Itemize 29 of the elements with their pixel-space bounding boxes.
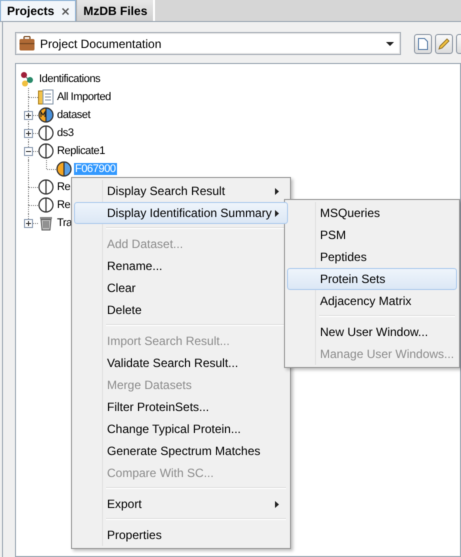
- menu-item[interactable]: New User Window...: [287, 321, 457, 343]
- tab[interactable]: MzDB Files: [76, 0, 154, 21]
- tree-node[interactable]: Replicate1: [56, 145, 106, 157]
- menu-item[interactable]: Rename...: [74, 255, 288, 277]
- tab-label: MzDB Files: [83, 4, 148, 18]
- menu-item[interactable]: Export: [74, 493, 288, 515]
- project-dropdown[interactable]: Project Documentation: [15, 32, 401, 55]
- menu-item[interactable]: PSM: [287, 224, 457, 246]
- menu-item[interactable]: Change Typical Protein...: [74, 418, 288, 440]
- menu-item[interactable]: Properties: [74, 524, 288, 546]
- menu-item[interactable]: Filter ProteinSets...: [74, 396, 288, 418]
- tree-node[interactable]: ds3: [56, 127, 75, 139]
- tree-node[interactable]: Identifications: [38, 73, 102, 85]
- tree-node[interactable]: dataset: [56, 109, 92, 121]
- tab-label: Projects: [7, 4, 54, 18]
- tree-node[interactable]: Re: [56, 181, 72, 193]
- menu-item[interactable]: Clear: [74, 277, 288, 299]
- menu-item[interactable]: Display Search Result: [74, 180, 288, 202]
- menu-item[interactable]: Display Identification Summary: [74, 202, 288, 224]
- menu-item[interactable]: MSQueries: [287, 202, 457, 224]
- tree-node[interactable]: All Imported: [56, 91, 112, 103]
- tree-node[interactable]: Re: [56, 199, 72, 211]
- menu-item[interactable]: Delete: [74, 299, 288, 321]
- menu-item[interactable]: Protein Sets: [287, 268, 457, 290]
- menu-item[interactable]: Validate Search Result...: [74, 352, 288, 374]
- menu-item[interactable]: Generate Spectrum Matches: [74, 440, 288, 462]
- menu-item[interactable]: Adjacency Matrix: [287, 290, 457, 312]
- tab[interactable]: Projects: [0, 0, 76, 21]
- menu-item[interactable]: Peptides: [287, 246, 457, 268]
